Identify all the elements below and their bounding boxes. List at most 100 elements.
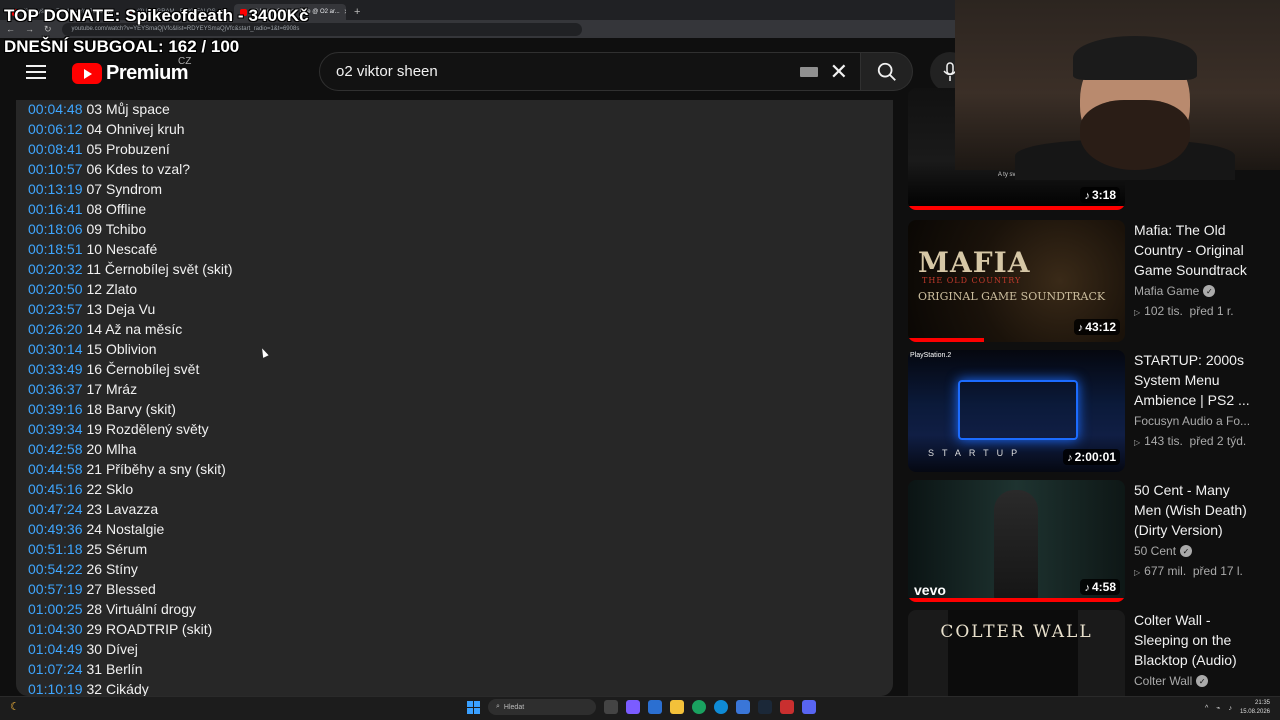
recommendation-item[interactable]: PlayStation.2 STARTUP ♪ 2:00:01 STARTUP: … [908,350,1280,472]
channel-name[interactable]: Mafia Game ✓ [1134,284,1254,298]
video-title[interactable]: Colter Wall - Sleeping on the Blacktop (… [1134,610,1254,670]
timestamp-link[interactable]: 00:42:58 [28,441,83,457]
timestamp-link[interactable]: 00:18:51 [28,241,83,257]
tab-close-icon[interactable]: ✕ [344,8,346,16]
logo-text: Premium [106,62,189,84]
search-button[interactable] [861,52,913,91]
track-name: 04 Ohnivej kruh [86,121,185,137]
widgets-icon[interactable] [626,700,640,714]
video-title[interactable]: STARTUP: 2000s System Menu Ambience | PS… [1134,350,1254,410]
timestamp-link[interactable]: 01:04:30 [28,621,83,637]
video-title[interactable]: Mafia: The Old Country - Original Game S… [1134,220,1254,280]
search-box[interactable]: o2 viktor sheen ✕ [319,52,861,91]
timestamp-link[interactable]: 00:18:06 [28,221,83,237]
timestamp-link[interactable]: 00:13:19 [28,181,83,197]
edge-icon[interactable] [714,700,728,714]
track-name: 08 Offline [86,201,147,217]
track-row: 00:20:32 11 Černobílej svět (skit) [28,260,893,280]
weather-moon-icon[interactable]: ☾ [10,700,20,713]
timestamp-link[interactable]: 00:39:34 [28,421,83,437]
video-thumbnail[interactable]: MAFIA THE OLD COUNTRY ORIGINAL GAME SOUN… [908,220,1125,342]
recommendation-item[interactable]: vevo ♪ 4:58 50 Cent - Many Men (Wish Deat… [908,480,1280,602]
video-thumbnail[interactable]: vevo ♪ 4:58 [908,480,1125,602]
timestamp-link[interactable]: 00:51:18 [28,541,83,557]
track-row: 00:36:37 17 Mráz [28,380,893,400]
timestamp-link[interactable]: 00:54:22 [28,561,83,577]
track-name: 24 Nostalgie [86,521,165,537]
windows-start-icon[interactable] [467,700,480,714]
track-row: 00:57:19 27 Blessed [28,580,893,600]
track-row: 00:23:57 13 Deja Vu [28,300,893,320]
store-icon[interactable] [648,700,662,714]
video-thumbnail[interactable]: PlayStation.2 STARTUP ♪ 2:00:01 [908,350,1125,472]
app-icon[interactable] [780,700,794,714]
timestamp-link[interactable]: 01:00:25 [28,601,83,617]
track-row: 00:42:58 20 Mlha [28,440,893,460]
verified-icon: ✓ [1196,675,1209,687]
timestamp-link[interactable]: 00:45:16 [28,481,83,497]
timestamp-link[interactable]: 01:07:24 [28,661,83,677]
track-name: 19 Rozdělený světy [86,421,209,437]
search-icon [877,62,896,81]
track-name: 25 Sérum [86,541,148,557]
timestamp-link[interactable]: 00:26:20 [28,321,83,337]
taskbar-search[interactable]: ⌕ Hledat [488,699,596,715]
new-tab-icon[interactable]: + [348,6,366,20]
timestamp-link[interactable]: 00:30:14 [28,341,83,357]
timestamp-link[interactable]: 00:39:16 [28,401,83,417]
timestamp-link[interactable]: 00:57:19 [28,581,83,597]
subgoal-overlay: DNEŠNÍ SUBGOAL: 162 / 100 [4,37,240,56]
channel-name[interactable]: Focusyn Audio a Fo... [1134,414,1254,428]
timestamp-link[interactable]: 01:04:49 [28,641,83,657]
search-icon: ⌕ [496,703,500,710]
track-name: 30 Dívej [86,641,138,657]
timestamp-link[interactable]: 00:20:32 [28,261,83,277]
search-input[interactable]: o2 viktor sheen [336,63,800,80]
hamburger-menu-icon[interactable] [26,65,46,79]
timestamp-link[interactable]: 01:10:19 [28,681,83,696]
track-name: 28 Virtuální drogy [86,601,196,617]
task-view-icon[interactable] [604,700,618,714]
timestamp-link[interactable]: 00:36:37 [28,381,83,397]
timestamp-link[interactable]: 00:44:58 [28,461,83,477]
volume-icon[interactable]: ♪ [1228,705,1232,712]
timestamp-link[interactable]: 00:10:57 [28,161,83,177]
network-icon[interactable]: ⌁ [1216,704,1220,712]
timestamp-link[interactable]: 00:49:36 [28,521,83,537]
recommendation-item[interactable]: MAFIA THE OLD COUNTRY ORIGINAL GAME SOUN… [908,220,1280,342]
chevron-up-icon[interactable]: ^ [1205,705,1208,712]
recommendations-sidebar: A ty svět bez? ♪3:18 MAFIA THE OLD COUNT… [908,88,1280,720]
timestamp-link[interactable]: 00:04:48 [28,101,83,117]
channel-name[interactable]: Colter Wall ✓ [1134,674,1254,688]
timestamp-link[interactable]: 00:06:12 [28,121,83,137]
track-name: 26 Stíny [86,561,138,577]
watch-progress-bar [908,338,984,342]
clock[interactable]: 21:35 15.08.2026 [1240,699,1270,717]
track-name: 07 Syndrom [86,181,162,197]
verified-icon: ✓ [1180,545,1193,557]
timestamp-link[interactable]: 00:20:50 [28,281,83,297]
timestamp-link[interactable]: 00:08:41 [28,141,83,157]
track-row: 00:54:22 26 Stíny [28,560,893,580]
taskbar-apps: ⌕ Hledat [467,699,816,715]
file-explorer-icon[interactable] [670,700,684,714]
timestamp-link[interactable]: 00:47:24 [28,501,83,517]
video-info: Mafia: The Old Country - Original Game S… [1134,220,1254,318]
track-row: 01:00:25 28 Virtuální drogy [28,600,893,620]
youtube-premium-logo[interactable]: Premium [72,62,189,85]
timestamp-link[interactable]: 00:23:57 [28,301,83,317]
app-icon[interactable] [736,700,750,714]
chrome-icon[interactable] [692,700,706,714]
timestamp-link[interactable]: 00:16:41 [28,201,83,217]
video-title[interactable]: 50 Cent - Many Men (Wish Death) (Dirty V… [1134,480,1254,540]
thumbnail-title: MAFIA [918,246,1031,279]
close-icon[interactable]: ✕ [830,60,848,83]
track-row: 00:20:50 12 Zlato [28,280,893,300]
timestamp-link[interactable]: 00:33:49 [28,361,83,377]
thumbnail-logo: PlayStation.2 [910,352,952,359]
video-meta: ▷ 143 tis. před 2 týd. [1134,434,1247,448]
discord-icon[interactable] [802,700,816,714]
keyboard-icon[interactable] [799,66,818,77]
channel-name[interactable]: 50 Cent ✓ [1134,544,1254,558]
steam-icon[interactable] [758,700,772,714]
